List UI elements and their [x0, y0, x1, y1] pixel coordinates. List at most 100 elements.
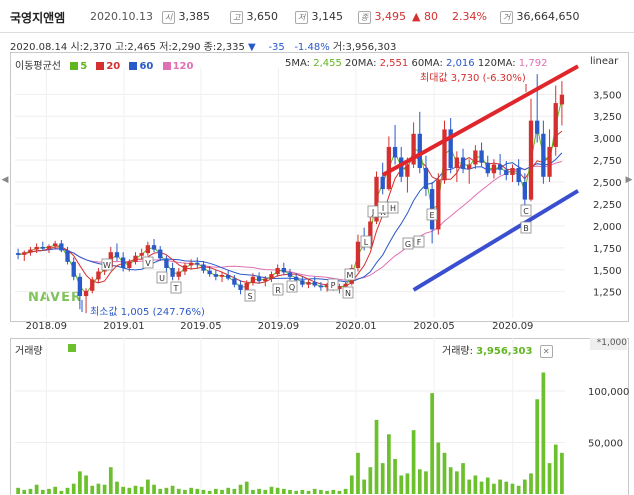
candle-body — [170, 268, 175, 277]
candle-body — [541, 133, 546, 177]
pattern-label: S — [247, 292, 252, 301]
volume-bar — [96, 483, 101, 494]
candle-body — [201, 264, 206, 271]
y-tick-label: 1,500 — [593, 266, 622, 277]
y-tick-label: 3,250 — [593, 112, 622, 123]
volume-bar — [201, 489, 206, 494]
volume-bar — [53, 486, 58, 494]
candle-body — [127, 261, 132, 268]
x-tick-label: 2020.01 — [335, 321, 376, 332]
volume-bar — [102, 484, 107, 494]
candle-body — [226, 275, 231, 279]
candle-body — [275, 268, 280, 275]
ma120-line — [17, 161, 563, 281]
volume-bar — [146, 479, 150, 494]
candle-body — [300, 280, 305, 285]
pattern-label: R — [275, 286, 281, 295]
volume-bar — [170, 485, 175, 494]
volume-bar — [553, 444, 558, 494]
volume-bar — [430, 393, 434, 494]
volume-bar — [417, 469, 422, 494]
pattern-label: N — [345, 289, 351, 298]
candle-body — [318, 285, 324, 288]
volume-bar — [189, 487, 193, 494]
pattern-label: V — [145, 259, 151, 268]
volume-bar — [127, 487, 132, 494]
volume-bar — [498, 479, 502, 494]
volume-bar — [244, 481, 249, 494]
volume-bar — [213, 488, 218, 494]
pattern-label: J — [371, 208, 374, 217]
volume-bar — [349, 475, 354, 494]
candle-body — [46, 246, 52, 249]
x-tick-label: 2020.05 — [413, 321, 454, 332]
volume-bar — [560, 452, 564, 494]
candle-body — [491, 164, 497, 174]
volume-bar — [522, 479, 527, 494]
candle-body — [287, 272, 293, 277]
candle-body — [522, 182, 527, 200]
max-value-label: 최대값 3,730 (-6.30%) — [420, 72, 526, 84]
volume-bar — [78, 471, 82, 494]
pattern-label: F — [417, 238, 422, 247]
volume-bar — [547, 463, 552, 494]
volume-tick-label: 100,000 — [588, 387, 629, 398]
y-tick-label: 3,000 — [593, 134, 622, 145]
candle-body — [77, 276, 83, 297]
volume-bar — [257, 488, 261, 494]
candle-body — [460, 157, 466, 169]
candle-body — [380, 176, 385, 190]
candle-body — [263, 278, 268, 282]
volume-bar — [374, 419, 379, 494]
candle-body — [281, 268, 286, 273]
candle-body — [454, 157, 460, 168]
candle-body — [34, 246, 39, 250]
candlestick-chart-svg: 1,250 1,500 1,750 2,000 2,250 2,500 2,750 3,000… — [15, 64, 629, 494]
pattern-label: Q — [289, 283, 295, 292]
volume-bar — [356, 452, 360, 494]
volume-bar — [65, 487, 70, 494]
volume-bar — [226, 487, 231, 494]
volume-bar — [312, 488, 317, 494]
volume-bar — [47, 488, 51, 494]
volume-bar — [467, 479, 472, 494]
candle-body — [559, 94, 565, 105]
volume-bar — [436, 442, 441, 494]
y-tick-label: 3,500 — [593, 90, 622, 101]
volume-bar — [492, 483, 496, 494]
volume-bar — [368, 467, 373, 494]
volume-bar — [164, 487, 169, 494]
volume-bar — [275, 487, 280, 494]
volume-bar — [40, 489, 45, 494]
candle-body — [355, 241, 361, 268]
candle-body — [392, 146, 398, 158]
volume-bar — [108, 467, 113, 494]
pattern-label: B — [523, 224, 529, 233]
x-tick-label: 2019.09 — [258, 321, 299, 332]
candle-body — [238, 284, 243, 290]
candle-body — [133, 255, 138, 262]
volume-bar — [263, 489, 268, 494]
volume-bar — [424, 471, 428, 494]
y-tick-label: 2,250 — [593, 200, 622, 211]
y-tick-label: 1,750 — [593, 244, 622, 255]
candle-body — [294, 276, 299, 281]
volume-bar — [510, 483, 515, 494]
pattern-label: L — [364, 238, 369, 247]
candle-body — [510, 168, 515, 176]
min-value-label: 최소값 1,005 (247.76%) — [90, 306, 205, 318]
volume-bar — [288, 489, 292, 494]
candle-body — [467, 164, 472, 169]
candle-body — [71, 261, 76, 277]
pattern-label: U — [159, 274, 165, 283]
candle-body — [473, 150, 478, 165]
pattern-label: E — [429, 211, 434, 220]
volume-bar — [16, 487, 20, 494]
volume-swatch — [68, 344, 76, 352]
candle-body — [28, 249, 33, 253]
volume-bar — [411, 430, 416, 494]
volume-bar — [479, 481, 484, 494]
candle-body — [547, 146, 552, 177]
volume-bar — [535, 399, 540, 494]
pattern-label: H — [390, 204, 396, 213]
